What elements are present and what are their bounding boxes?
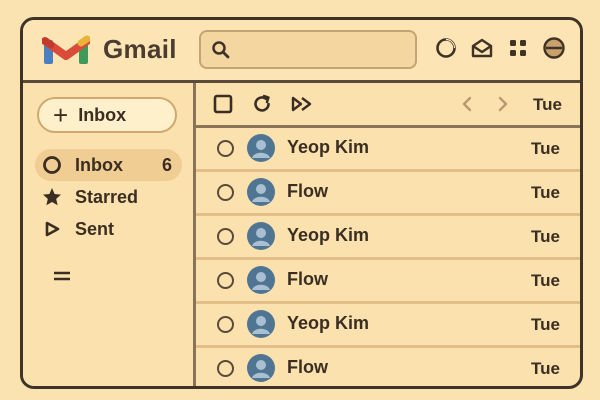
unread-count: 6: [161, 154, 172, 175]
message-time: Tue: [531, 271, 560, 290]
compose-button[interactable]: + Inbox: [37, 97, 177, 133]
message-row[interactable]: Flow Tue: [196, 172, 580, 216]
brand-name: Gmail: [103, 34, 177, 64]
header-actions: [434, 36, 566, 60]
avatar-icon: [247, 310, 275, 338]
sidebar-item-label: Sent: [75, 218, 115, 239]
apps-grid-icon[interactable]: [506, 36, 530, 60]
select-radio[interactable]: [217, 316, 234, 333]
avatar-icon: [247, 354, 275, 382]
top-bar: Gmail: [23, 20, 580, 83]
select-radio[interactable]: [217, 360, 234, 377]
message-row[interactable]: Flow Tue: [196, 260, 580, 304]
message-time: Tue: [531, 139, 560, 158]
message-sender: Flow: [287, 357, 328, 377]
message-time: Tue: [531, 315, 560, 334]
message-sender: Flow: [287, 269, 328, 289]
avatar-icon: [247, 178, 275, 206]
select-checkbox-icon[interactable]: [212, 93, 234, 115]
select-radio[interactable]: [217, 140, 234, 157]
message-sender: Yeop Kim: [287, 225, 370, 245]
list-toolbar: Tue: [196, 83, 580, 128]
sidebar-item-starred[interactable]: Starred: [35, 181, 182, 213]
status-circle-icon[interactable]: [434, 36, 458, 60]
gmail-m-logo-icon[interactable]: [42, 34, 90, 66]
chevron-right-icon[interactable]: [491, 93, 513, 115]
sidebar-nav: Inbox 6 Starred Sent: [35, 149, 182, 245]
sidebar-item-label: Starred: [75, 186, 139, 207]
message-row[interactable]: Yeop Kim Tue: [196, 128, 580, 172]
message-time: Tue: [531, 227, 560, 246]
compose-label: Inbox: [78, 104, 127, 125]
plus-icon: +: [53, 100, 69, 130]
select-radio[interactable]: [217, 184, 234, 201]
message-row[interactable]: Flow Tue: [196, 348, 580, 386]
refresh-icon[interactable]: [251, 93, 273, 115]
avatar-icon: [247, 134, 275, 162]
circle-icon: [43, 156, 61, 174]
gmail-window: Gmail + Inbox Inbox 6 Starred Sent Tue Y…: [20, 17, 583, 389]
sidebar-item-inbox[interactable]: Inbox 6: [35, 149, 182, 181]
account-avatar-icon[interactable]: [542, 36, 566, 60]
sidebar-item-sent[interactable]: Sent: [35, 213, 182, 245]
message-time: Tue: [531, 183, 560, 202]
sidebar: + Inbox Inbox 6 Starred Sent: [23, 83, 196, 386]
message-row[interactable]: Yeop Kim Tue: [196, 304, 580, 348]
avatar-icon: [247, 222, 275, 250]
search-icon: [212, 41, 230, 59]
message-sender: Flow: [287, 181, 328, 201]
forward-all-icon[interactable]: [290, 93, 316, 115]
chevron-left-icon[interactable]: [457, 93, 479, 115]
message-sender: Yeop Kim: [287, 313, 370, 333]
search-input[interactable]: [199, 30, 417, 69]
open-mail-icon[interactable]: [470, 36, 494, 60]
message-row[interactable]: Yeop Kim Tue: [196, 216, 580, 260]
select-radio[interactable]: [217, 272, 234, 289]
select-radio[interactable]: [217, 228, 234, 245]
send-icon: [45, 221, 60, 237]
message-sender: Yeop Kim: [287, 137, 370, 157]
toolbar-date: Tue: [533, 95, 562, 114]
star-icon: [43, 188, 61, 206]
avatar-icon: [247, 266, 275, 294]
more-lines-icon[interactable]: [53, 269, 71, 283]
message-time: Tue: [531, 359, 560, 378]
message-list: Yeop Kim Tue Flow Tue Yeop Kim Tue Flow …: [196, 128, 580, 386]
sidebar-item-label: Inbox: [75, 154, 123, 175]
